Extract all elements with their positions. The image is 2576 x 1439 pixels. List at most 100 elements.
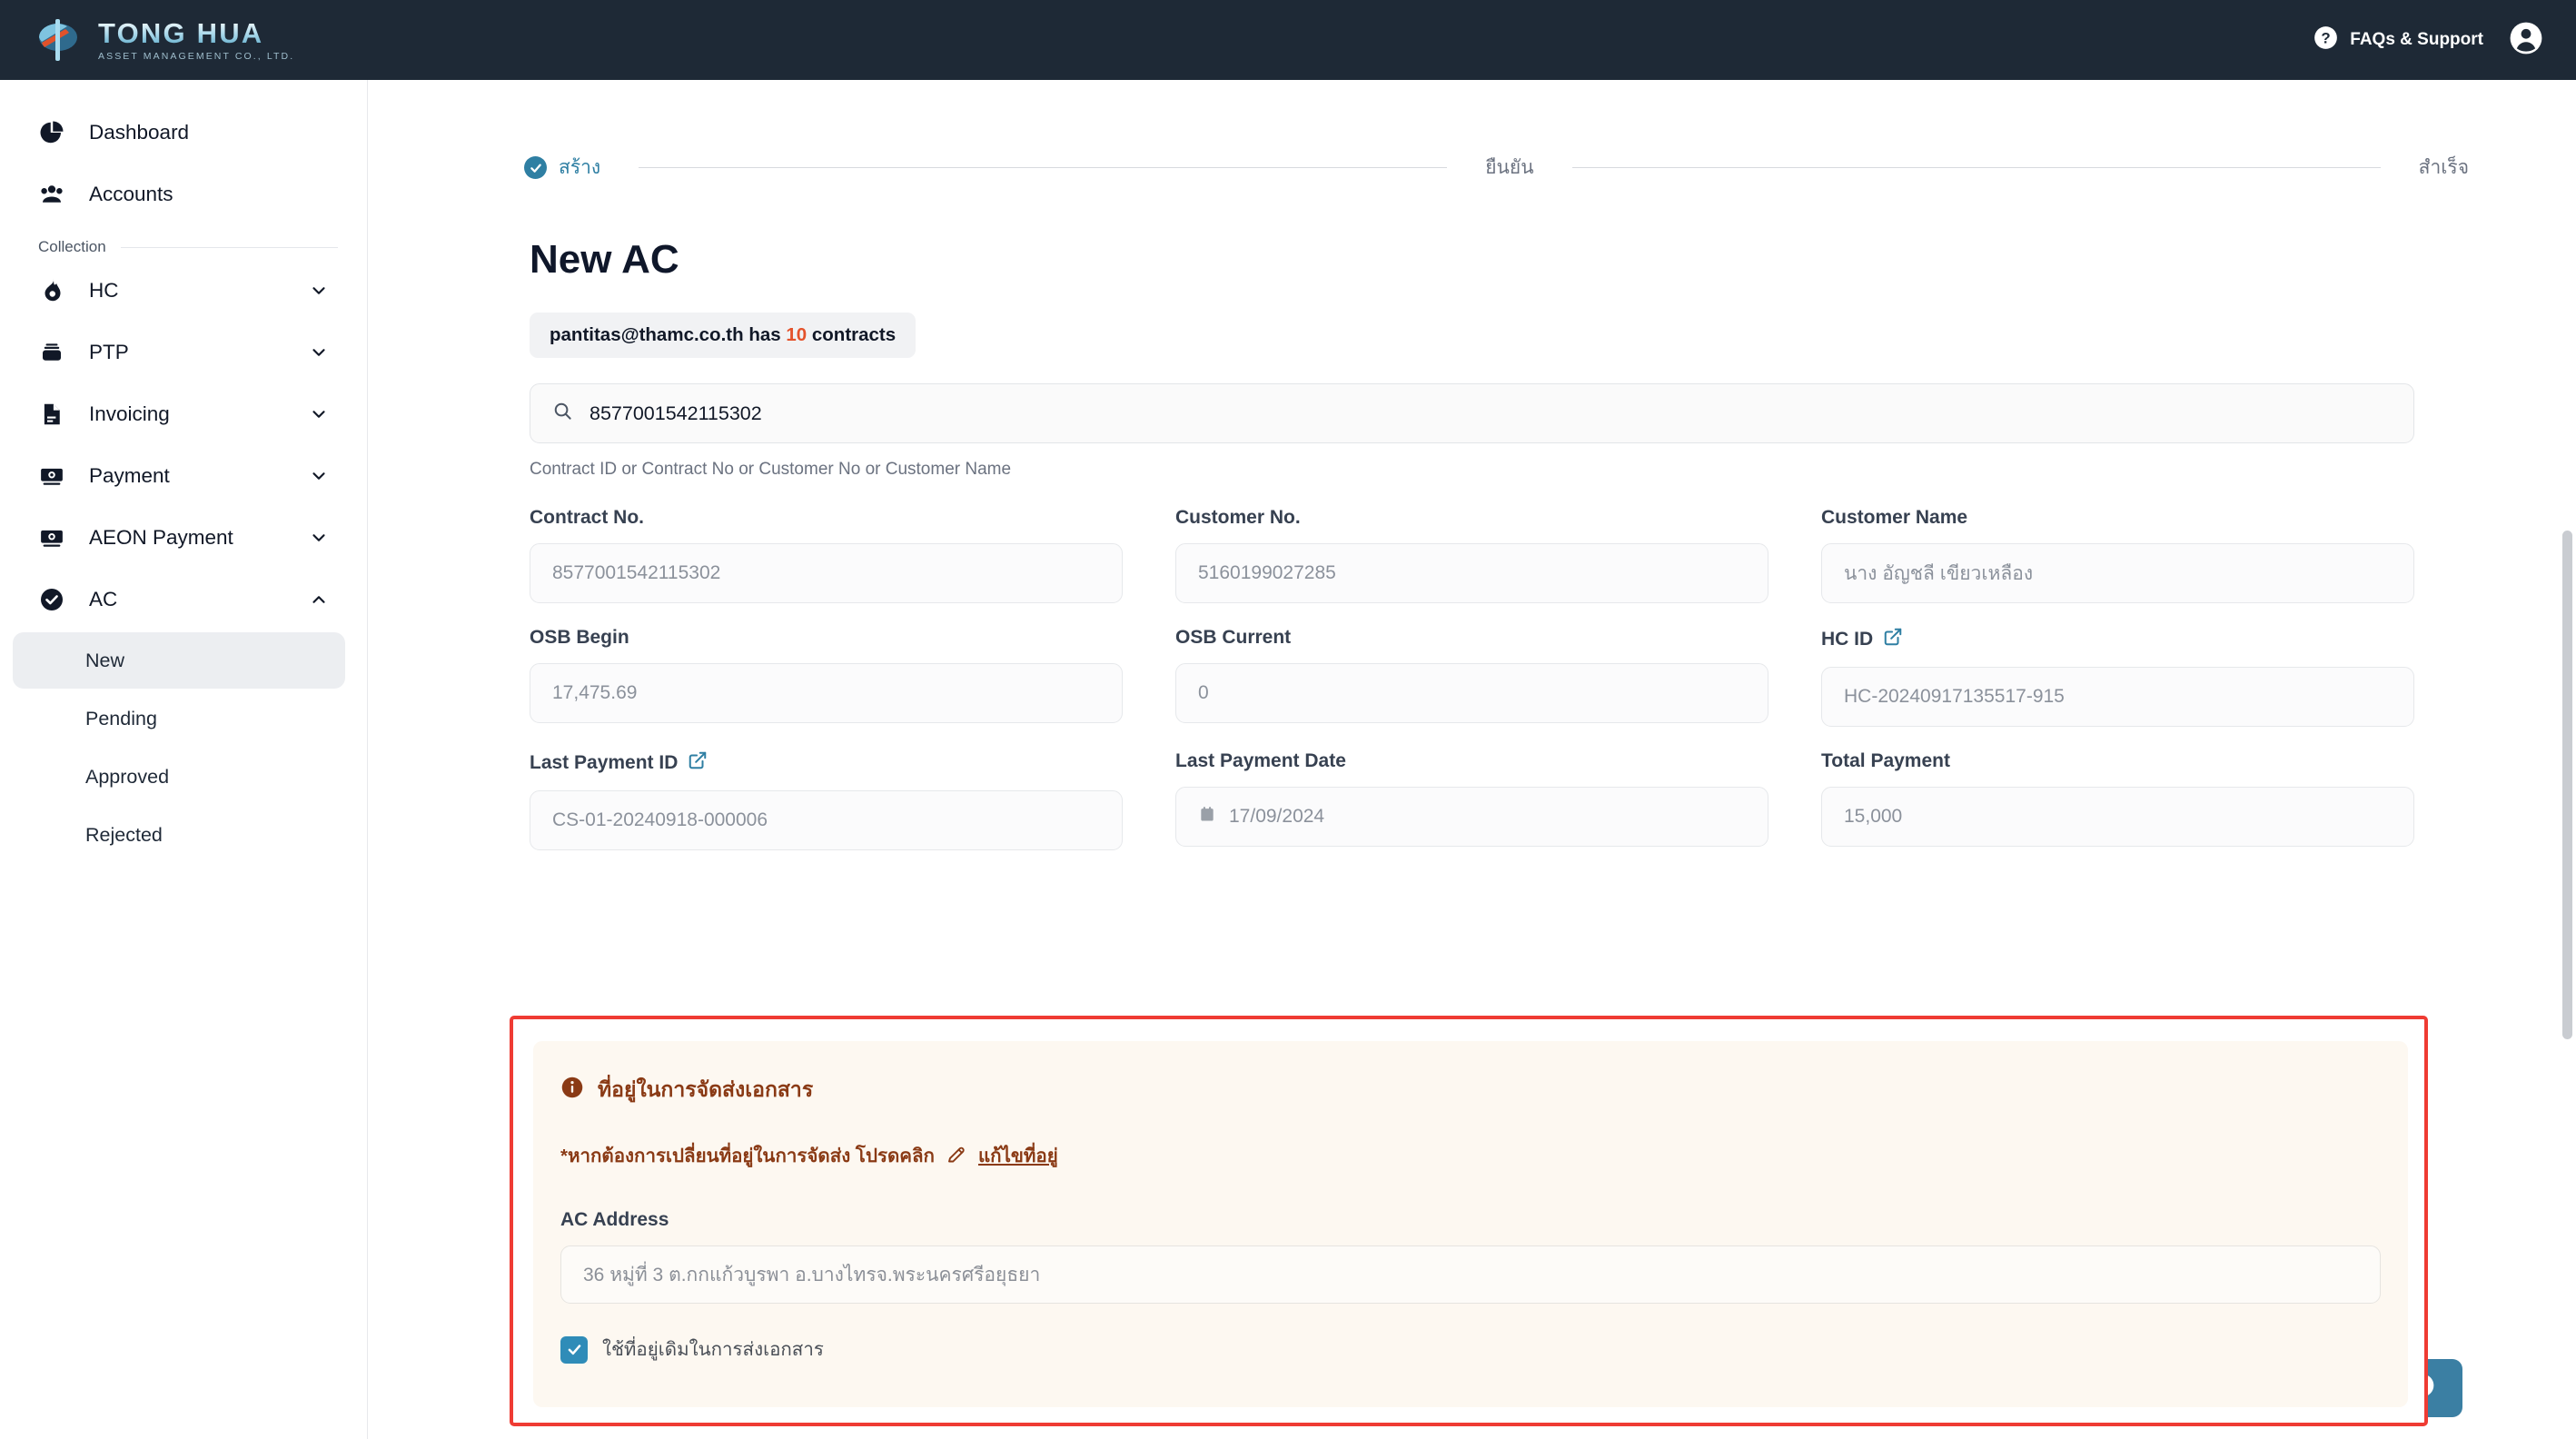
contract-badge-suffix: contracts [811, 324, 897, 345]
info-circle-icon [560, 1076, 584, 1105]
users-icon [38, 181, 74, 208]
tong-hua-logo-icon [35, 17, 85, 63]
sidebar-subitem-label: Pending [85, 707, 157, 729]
brand-logo[interactable]: TONG HUA ASSET MANAGEMENT CO., LTD. [35, 17, 294, 63]
highlight-annotation-box: ที่อยู่ในการจัดส่งเอกสาร *หากต้องการเปลี… [510, 1016, 2428, 1426]
field-value-text: 5160199027285 [1198, 562, 1336, 583]
field-last-payment-date: Last Payment Date 17/09/2024 [1175, 750, 1769, 850]
brand-subtitle: ASSET MANAGEMENT CO., LTD. [98, 50, 295, 62]
chevron-down-icon[interactable] [309, 466, 329, 486]
alert-note-row: *หากต้องการเปลี่ยนที่อยู่ในการจัดส่ง โปร… [560, 1141, 2381, 1171]
use-existing-address-row: ใช้ที่อยู่เดิมในการส่งเอกสาร [560, 1335, 2381, 1365]
edit-pencil-icon[interactable] [946, 1143, 967, 1170]
use-existing-address-label: ใช้ที่อยู่เดิมในการส่งเอกสาร [602, 1339, 824, 1360]
alert-title-row: ที่อยู่ในการจัดส่งเอกสาร [560, 1074, 2381, 1107]
field-value-last-payment-date[interactable]: 17/09/2024 [1175, 787, 1769, 847]
app-root: TONG HUA ASSET MANAGEMENT CO., LTD. ? FA… [0, 0, 2576, 1439]
field-label: OSB Begin [530, 627, 629, 648]
money-icon [38, 462, 74, 490]
chevron-down-icon[interactable] [309, 528, 329, 548]
field-value-text: 15,000 [1844, 806, 1903, 827]
sidebar-item-label: Accounts [89, 183, 173, 205]
field-value-osb-current[interactable]: 0 [1175, 663, 1769, 723]
user-circle-icon[interactable] [2509, 21, 2543, 60]
sidebar-item-ac-pending[interactable]: Pending [13, 690, 345, 747]
sidebar-item-ac-rejected[interactable]: Rejected [13, 807, 345, 863]
field-value-text: CS-01-20240918-000006 [552, 809, 768, 830]
field-label: HC ID [1821, 629, 1874, 650]
sidebar-item-accounts[interactable]: Accounts [22, 165, 345, 223]
field-value-total-payment[interactable]: 15,000 [1821, 787, 2414, 847]
shipping-address-alert: ที่อยู่ในการจัดส่งเอกสาร *หากต้องการเปลี… [533, 1041, 2408, 1407]
field-label: Total Payment [1821, 750, 1950, 771]
contract-badge-count: 10 [786, 324, 807, 345]
fire-icon [38, 277, 74, 304]
sidebar-item-label: AC [89, 588, 118, 610]
edit-address-link[interactable]: แก้ไขที่อยู่ [978, 1141, 1058, 1171]
stepper-step-label: สำเร็จ [2418, 157, 2470, 178]
top-bar: TONG HUA ASSET MANAGEMENT CO., LTD. ? FA… [0, 0, 2576, 80]
vertical-scrollbar[interactable] [2562, 167, 2574, 1221]
field-value-text: HC-20240917135517-915 [1844, 686, 2065, 707]
sidebar-group-divider [120, 246, 338, 248]
alert-title-text: ที่อยู่ในการจัดส่งเอกสาร [598, 1077, 814, 1101]
chevron-down-icon[interactable] [309, 281, 329, 301]
sidebar-item-ac-new[interactable]: New [13, 632, 345, 689]
field-value-text: 17,475.69 [552, 682, 638, 703]
field-hc-id: HC ID HC-20240917135517-915 [1821, 627, 2414, 727]
field-osb-begin: OSB Begin 17,475.69 [530, 627, 1123, 727]
field-label-row: HC ID [1821, 627, 2414, 652]
field-value-customer-no[interactable]: 5160199027285 [1175, 543, 1769, 603]
sidebar-item-ptp[interactable]: PTP [22, 323, 345, 382]
ac-address-input[interactable]: 36 หมู่ที่ 3 ต.กกแก้วบูรพา อ.บางไทรจ.พระ… [560, 1245, 2381, 1304]
stepper-step-label: ยืนยัน [1485, 157, 1534, 178]
sidebar-item-label: Dashboard [89, 121, 190, 144]
contract-count-badge: pantitas@thamc.co.th has 10 contracts [530, 313, 916, 358]
field-label: Last Payment Date [1175, 750, 1346, 771]
stepper: สร้าง ยืนยัน สำเร็จ [524, 153, 2469, 183]
sidebar-item-ac[interactable]: AC [22, 571, 345, 629]
field-last-payment-id: Last Payment ID CS-01-20240918-000006 [530, 750, 1123, 850]
chevron-up-icon[interactable] [309, 590, 329, 610]
sidebar-item-ac-approved[interactable]: Approved [13, 749, 345, 805]
field-value-osb-begin[interactable]: 17,475.69 [530, 663, 1123, 723]
sidebar-item-label: AEON Payment [89, 526, 233, 549]
field-contract-no: Contract No. 8577001542115302 [530, 507, 1123, 603]
chevron-down-icon[interactable] [309, 342, 329, 362]
contract-form-grid: Contract No. 8577001542115302 Customer N… [530, 507, 2414, 874]
main-content: สร้าง ยืนยัน สำเร็จ New AC pantitas@tham… [368, 80, 2576, 1439]
sidebar-item-payment[interactable]: Payment [22, 447, 345, 505]
field-total-payment: Total Payment 15,000 [1821, 750, 2414, 850]
sidebar-group-title: Collection [38, 238, 106, 255]
search-input[interactable]: 8577001542115302 [530, 383, 2414, 443]
field-value-last-payment-id[interactable]: CS-01-20240918-000006 [530, 790, 1123, 850]
use-existing-address-checkbox[interactable] [560, 1335, 588, 1364]
stepper-step-create[interactable]: สร้าง [524, 153, 600, 183]
ac-address-label: AC Address [560, 1209, 669, 1230]
sidebar-subitem-label: Rejected [85, 823, 163, 846]
stepper-step-success[interactable]: สำเร็จ [2419, 153, 2469, 183]
field-value-customer-name[interactable]: นาง อัญชลี เขียวเหลือง [1821, 543, 2414, 603]
external-link-icon[interactable] [688, 750, 708, 776]
external-link-icon[interactable] [1883, 627, 1903, 652]
field-value-contract-no[interactable]: 8577001542115302 [530, 543, 1123, 603]
money-icon [38, 524, 74, 551]
chevron-down-icon[interactable] [309, 404, 329, 424]
field-value-hc-id[interactable]: HC-20240917135517-915 [1821, 667, 2414, 727]
sidebar-item-aeon-payment[interactable]: AEON Payment [22, 509, 345, 567]
sidebar-item-invoicing[interactable]: Invoicing [22, 385, 345, 443]
scrollbar-thumb[interactable] [2562, 531, 2572, 1039]
question-circle-icon: ? [2313, 25, 2338, 55]
check-circle-icon [38, 586, 74, 613]
contract-badge-prefix: pantitas@thamc.co.th has [550, 324, 781, 345]
faqs-support-button[interactable]: ? FAQs & Support [2313, 25, 2483, 55]
field-customer-no: Customer No. 5160199027285 [1175, 507, 1769, 603]
field-label-row: Last Payment ID [530, 750, 1123, 776]
sidebar-subitem-label: Approved [85, 765, 170, 788]
stepper-step-confirm[interactable]: ยืนยัน [1485, 153, 1533, 183]
top-bar-right: ? FAQs & Support [2313, 21, 2543, 60]
sidebar-item-hc[interactable]: HC [22, 262, 345, 320]
search-icon [552, 401, 573, 426]
sidebar-item-dashboard[interactable]: Dashboard [22, 104, 345, 162]
document-icon [38, 401, 74, 428]
